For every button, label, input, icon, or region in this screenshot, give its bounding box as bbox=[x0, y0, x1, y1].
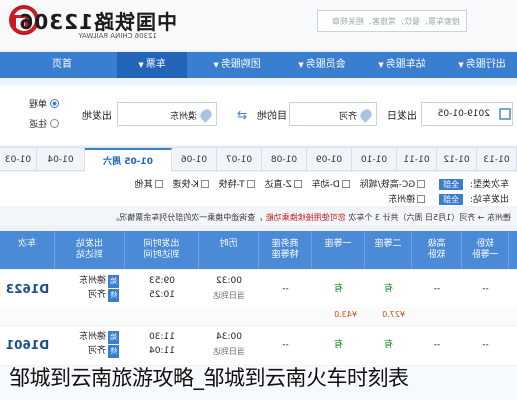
chevron-down-icon: ▼ bbox=[458, 61, 464, 69]
train-type-filter: 车次类型: 全部 GC-高铁/城际 D-动车 Z-直达 T-特快 K-快速 其他 bbox=[134, 179, 509, 190]
logo-title[interactable]: 中国铁路12306 bbox=[18, 6, 177, 35]
logo-subtitle: 12306 CHINA RAILWAY bbox=[78, 32, 157, 40]
arrive-time: 11:04 bbox=[149, 346, 175, 356]
transfer-link[interactable]: 您可使用接续换乘功能 bbox=[266, 213, 346, 222]
date-strip: 01-03 01-04 01-05 周六 01-06 01-07 01-08 0… bbox=[0, 147, 517, 172]
seat-soft: -- bbox=[482, 284, 489, 294]
date-tab[interactable]: 01-04 bbox=[37, 148, 85, 172]
nav-item-station[interactable]: 站车服务▼ bbox=[367, 52, 437, 78]
to-station: 终齐河 bbox=[87, 345, 119, 358]
result-table-header: 车次 出发站 到达站 出发时间 到达时间 历时 商务座 特等座 一等座 二等座 … bbox=[0, 231, 517, 269]
col-times[interactable]: 出发时间 到达时间 bbox=[125, 231, 199, 269]
calendar-icon[interactable] bbox=[499, 108, 511, 120]
checkbox[interactable] bbox=[341, 180, 350, 188]
all-types-button[interactable]: 全部 bbox=[439, 179, 464, 190]
mirrored-screenshot: 中国铁路12306 12306 CHINA RAILWAY 搜索车票、餐饮、常旅… bbox=[0, 0, 517, 400]
from-station: 始德州东 bbox=[78, 275, 119, 288]
checkbox[interactable] bbox=[293, 180, 302, 188]
checkbox[interactable] bbox=[417, 180, 426, 188]
train-filters: 车次类型: 全部 GC-高铁/城际 D-动车 Z-直达 T-特快 K-快速 其他… bbox=[0, 172, 517, 206]
location-pin-icon bbox=[198, 107, 214, 123]
date-tab[interactable]: 01-08 bbox=[262, 148, 307, 172]
nav-item-travel[interactable]: 出行服务▼ bbox=[447, 52, 517, 78]
checkbox[interactable] bbox=[154, 180, 163, 188]
chevron-down-icon: ▼ bbox=[213, 61, 219, 69]
train-number[interactable]: D1601 bbox=[0, 338, 55, 352]
price-first: ¥43.0 bbox=[334, 310, 357, 319]
radio-round-trip[interactable]: 往返 bbox=[29, 117, 59, 130]
arrive-time: 10:25 bbox=[149, 290, 175, 300]
chevron-down-icon: ▼ bbox=[298, 61, 304, 69]
search-input[interactable]: 搜索车票、餐饮、常旅客、相关规章 bbox=[317, 10, 467, 32]
route-summary: 德州东 → 齐河（1月5日 周六）共计 3 个车次 您可使用接续换乘功能 ，查询… bbox=[0, 208, 517, 226]
seat-soft: -- bbox=[482, 340, 489, 350]
col-first: 一等座 bbox=[312, 231, 365, 269]
price-row: ¥43.0 ¥27.0 bbox=[0, 307, 517, 325]
seat-high-soft: -- bbox=[433, 284, 441, 294]
date-tab-active[interactable]: 01-05 周六 bbox=[85, 148, 172, 172]
depart-time: 09:53 bbox=[149, 276, 175, 286]
col-train[interactable]: 车次 bbox=[0, 231, 55, 269]
chevron-down-icon: ▼ bbox=[138, 61, 144, 69]
nav-item-tickets[interactable]: 车票▼ bbox=[117, 52, 187, 78]
checkbox[interactable] bbox=[200, 180, 209, 188]
col-business: 商务座 特等座 bbox=[259, 231, 312, 269]
col-duration[interactable]: 历时 bbox=[199, 231, 259, 269]
date-tab[interactable]: 01-11 bbox=[397, 148, 437, 172]
date-tab[interactable]: 01-09 bbox=[307, 148, 352, 172]
duration-note: 当日到达 bbox=[213, 347, 245, 356]
seat-high-soft: -- bbox=[433, 340, 441, 350]
to-field[interactable]: 齐河 bbox=[289, 102, 377, 126]
duration: 00:32 bbox=[216, 276, 242, 286]
table-row[interactable]: D1623 始德州东 终齐河 09:53 10:25 00:32 当日到达 --… bbox=[0, 270, 517, 310]
col-high-soft: 高级 软卧 bbox=[412, 231, 462, 269]
nav-item-group[interactable]: 团购服务▼ bbox=[202, 52, 272, 78]
chevron-down-icon: ▼ bbox=[378, 61, 384, 69]
depart-time: 11:30 bbox=[149, 332, 175, 342]
caption-title: 邹城到云南旅游攻略_邹城到云南火车时刻表 bbox=[9, 366, 409, 390]
nav-item-member[interactable]: 会员服务▼ bbox=[287, 52, 357, 78]
date-tab[interactable]: 01-06 bbox=[172, 148, 217, 172]
all-stations-button[interactable]: 全部 bbox=[439, 194, 464, 205]
date-tab[interactable]: 01-03 bbox=[0, 148, 37, 172]
col-soft: 软卧 一等卧 bbox=[462, 231, 509, 269]
seat-first[interactable]: 有 bbox=[312, 339, 365, 352]
date-tab[interactable]: 01-10 bbox=[352, 148, 397, 172]
to-station: 终齐河 bbox=[87, 289, 119, 302]
duration-note: 当日到达 bbox=[213, 291, 245, 300]
main-nav: 首页 车票▼ 团购服务▼ 会员服务▼ 站车服务▼ 出行服务▼ bbox=[0, 52, 517, 78]
from-station: 始德州东 bbox=[78, 331, 119, 344]
from-label: 出发地 bbox=[82, 111, 112, 122]
seat-business: -- bbox=[282, 284, 289, 294]
date-tab[interactable]: 01-13 bbox=[477, 148, 517, 172]
col-second: 二等座 bbox=[365, 231, 412, 269]
train-number[interactable]: D1623 bbox=[0, 282, 55, 296]
seat-business: -- bbox=[282, 340, 289, 350]
date-label: 出发日 bbox=[387, 111, 417, 122]
from-field[interactable]: 漠州东 bbox=[117, 102, 217, 126]
duration: 00:34 bbox=[216, 332, 242, 342]
col-stations[interactable]: 出发站 到达站 bbox=[55, 231, 125, 269]
site-header: 中国铁路12306 12306 CHINA RAILWAY 搜索车票、餐饮、常旅… bbox=[0, 0, 517, 50]
station-filter: 出发车站: 全部 德州东 bbox=[388, 194, 509, 205]
date-tab[interactable]: 01-07 bbox=[217, 148, 262, 172]
radio-one-way[interactable]: 单程 bbox=[29, 97, 59, 110]
swap-icon[interactable]: ⇄ bbox=[237, 108, 247, 122]
checkbox[interactable] bbox=[417, 195, 426, 203]
checkbox[interactable] bbox=[246, 180, 255, 188]
seat-second[interactable]: 有 bbox=[365, 339, 412, 352]
nav-item-home[interactable]: 首页 bbox=[27, 52, 97, 78]
location-pin-icon bbox=[358, 107, 374, 123]
seat-second[interactable]: 有 bbox=[365, 283, 412, 296]
date-tab[interactable]: 01-12 bbox=[437, 148, 477, 172]
ticket-search-form: 单程 往返 出发地 漠州东 目的地 齐河 出发日 2019-01-05 bbox=[0, 85, 517, 145]
price-second: ¥27.0 bbox=[382, 310, 405, 319]
to-label: 目的地 bbox=[257, 111, 287, 122]
seat-first[interactable]: 有 bbox=[312, 283, 365, 296]
